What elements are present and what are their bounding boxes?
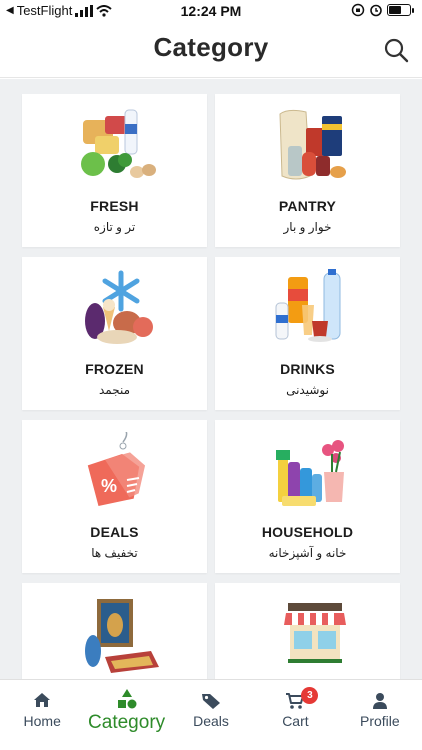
tab-deals[interactable]: Deals xyxy=(169,680,253,750)
category-name-en: DRINKS xyxy=(280,361,335,377)
category-name-fa: خوار و بار xyxy=(283,220,332,234)
tab-label: Profile xyxy=(359,713,400,729)
category-name-fa: خانه و آشپزخانه xyxy=(268,546,347,560)
frozen-food-icon xyxy=(84,270,153,344)
category-name-fa: تر و تازه xyxy=(93,220,136,234)
category-list[interactable]: FRESH تر و تازه PANTRY خوار و بار FROZEN… xyxy=(0,79,422,679)
tag-icon xyxy=(202,694,221,709)
tab-label: Deals xyxy=(193,713,229,729)
tab-category[interactable]: Category xyxy=(84,680,168,750)
category-tile-store[interactable] xyxy=(215,583,400,679)
category-name-fa: نوشیدنی xyxy=(286,383,329,397)
battery-icon xyxy=(387,4,411,16)
alarm-icon xyxy=(370,4,382,17)
category-name-fa: منجمد xyxy=(98,383,131,397)
orientation-lock-icon xyxy=(351,3,365,17)
category-tile-art[interactable] xyxy=(22,583,207,679)
fresh-produce-icon xyxy=(80,109,156,178)
category-tile-frozen[interactable]: FROZEN منجمد xyxy=(22,257,207,410)
category-name-en: FROZEN xyxy=(85,361,144,377)
svg-text:%: % xyxy=(101,476,117,496)
search-icon[interactable] xyxy=(382,36,410,64)
tab-cart[interactable]: 3 Cart xyxy=(253,680,337,750)
category-name-en: PANTRY xyxy=(278,198,337,214)
carpet-art-icon xyxy=(84,599,159,673)
person-icon xyxy=(372,693,387,709)
page-title: Category xyxy=(153,32,269,62)
tab-label: Category xyxy=(88,712,166,733)
tab-profile[interactable]: Profile xyxy=(338,680,422,750)
drinks-icon xyxy=(275,269,340,342)
bottom-tab-bar: Home Category Deals 3 Cart Profile xyxy=(0,679,422,750)
category-tile-drinks[interactable]: DRINKS نوشیدنی xyxy=(215,257,400,410)
home-icon xyxy=(34,693,51,707)
discount-tag-icon: % xyxy=(87,432,145,507)
status-bar: ◀ TestFlight 12:24 PM xyxy=(0,0,422,22)
storefront-icon xyxy=(283,603,346,663)
category-name-en: HOUSEHOLD xyxy=(261,524,354,540)
header: Category xyxy=(0,22,422,78)
category-tile-household[interactable]: HOUSEHOLD خانه و آشپزخانه xyxy=(215,420,400,573)
tab-label: Cart xyxy=(282,713,309,729)
category-name-en: DEALS xyxy=(90,524,139,540)
household-cleaning-icon xyxy=(275,440,344,506)
category-name-en: FRESH xyxy=(90,198,139,214)
category-tile-pantry[interactable]: PANTRY خوار و بار xyxy=(215,94,400,247)
category-tile-fresh[interactable]: FRESH تر و تازه xyxy=(22,94,207,247)
pantry-goods-icon xyxy=(278,109,346,180)
tab-home[interactable]: Home xyxy=(0,680,84,750)
category-tile-deals[interactable]: % DEALS تخفیف ها xyxy=(22,420,207,573)
category-name-fa: تخفیف ها xyxy=(91,546,138,560)
tab-label: Home xyxy=(23,713,61,729)
shapes-icon xyxy=(117,689,137,709)
